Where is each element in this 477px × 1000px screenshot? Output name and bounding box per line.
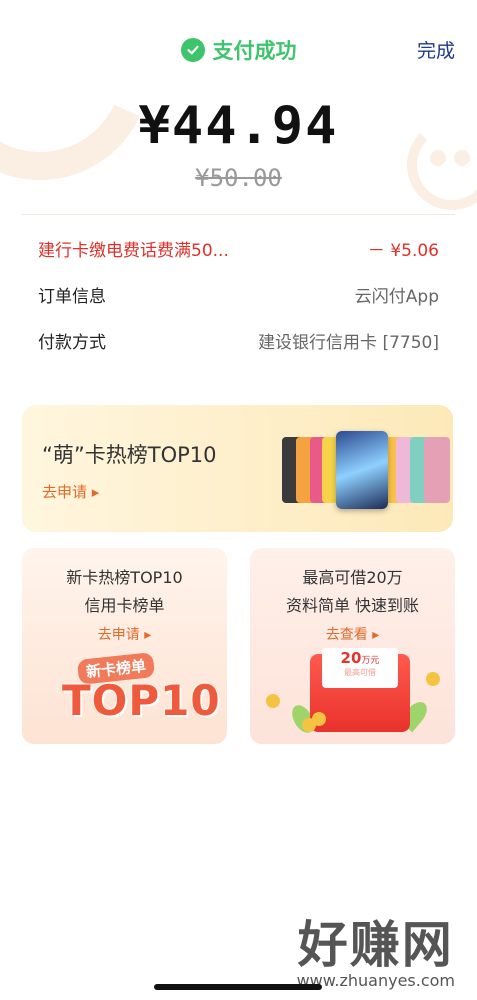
top10-illustration: 新卡榜单 TOP10 bbox=[58, 652, 220, 736]
view-link[interactable]: 去查看 ▸ bbox=[250, 624, 455, 644]
loan-unit: 万元 bbox=[361, 656, 380, 666]
card-image-featured bbox=[336, 431, 388, 509]
credit-card-images bbox=[278, 427, 450, 515]
order-info-label: 订单信息 bbox=[38, 286, 106, 307]
payment-method-value: 建设银行信用卡 [7750] bbox=[258, 332, 439, 353]
header: 支付成功 完成 bbox=[0, 0, 477, 90]
order-info-row: 订单信息 云闪付App bbox=[38, 271, 439, 317]
home-indicator[interactable] bbox=[154, 984, 322, 990]
loan-banner[interactable]: 最高可借20万 资料简单 快速到账 去查看 ▸ 20万元 最高可借 bbox=[250, 548, 455, 744]
banner-line1: 新卡热榜TOP10 bbox=[66, 568, 183, 587]
loan-note: 最高可借 bbox=[344, 668, 376, 677]
payment-method-label: 付款方式 bbox=[38, 332, 106, 353]
paid-amount: ¥44.94 bbox=[138, 96, 339, 156]
banner-line1: 最高可借20万 bbox=[302, 568, 403, 587]
discount-label: 建行卡缴电费话费满50... bbox=[38, 240, 229, 261]
coin-icon bbox=[426, 672, 440, 686]
top10-art-text: TOP10 bbox=[62, 676, 221, 725]
done-button[interactable]: 完成 bbox=[417, 36, 455, 63]
banner-title: “萌”卡热榜TOP10 bbox=[42, 443, 217, 467]
order-info-value: 云闪付App bbox=[354, 286, 439, 307]
apply-link[interactable]: 去申请 ▸ bbox=[42, 481, 99, 502]
new-card-ranking-banner[interactable]: 新卡热榜TOP10 信用卡榜单 去申请 ▸ 新卡榜单 TOP10 bbox=[22, 548, 227, 744]
banner-line2: 资料简单 快速到账 bbox=[285, 596, 420, 615]
coin-icon bbox=[266, 694, 280, 708]
original-amount: ¥50.00 bbox=[195, 164, 282, 192]
card-image bbox=[424, 437, 450, 503]
coin-icon bbox=[312, 712, 326, 726]
cute-card-banner[interactable]: “萌”卡热榜TOP10 去申请 ▸ bbox=[22, 405, 453, 532]
watermark-logo-text: 好赚网 bbox=[297, 916, 454, 974]
watermark: 好赚网 www.zhuanyes.com bbox=[297, 905, 455, 990]
payment-status: 支付成功 bbox=[0, 35, 477, 65]
loan-amount: 20 bbox=[340, 649, 362, 667]
loan-amount-slip: 20万元 最高可借 bbox=[322, 648, 398, 688]
order-info-list: 建行卡缴电费话费满50... － ¥5.06 订单信息 云闪付App 付款方式 … bbox=[0, 225, 477, 363]
discount-row: 建行卡缴电费话费满50... － ¥5.06 bbox=[38, 225, 439, 271]
banner-line2: 信用卡榜单 bbox=[84, 596, 165, 615]
payment-method-row: 付款方式 建设银行信用卡 [7750] bbox=[38, 317, 439, 363]
apply-link[interactable]: 去申请 ▸ bbox=[22, 624, 227, 644]
divider bbox=[22, 214, 455, 215]
status-text: 支付成功 bbox=[212, 39, 297, 63]
discount-value: － ¥5.06 bbox=[367, 240, 439, 261]
check-circle-icon bbox=[180, 38, 205, 62]
